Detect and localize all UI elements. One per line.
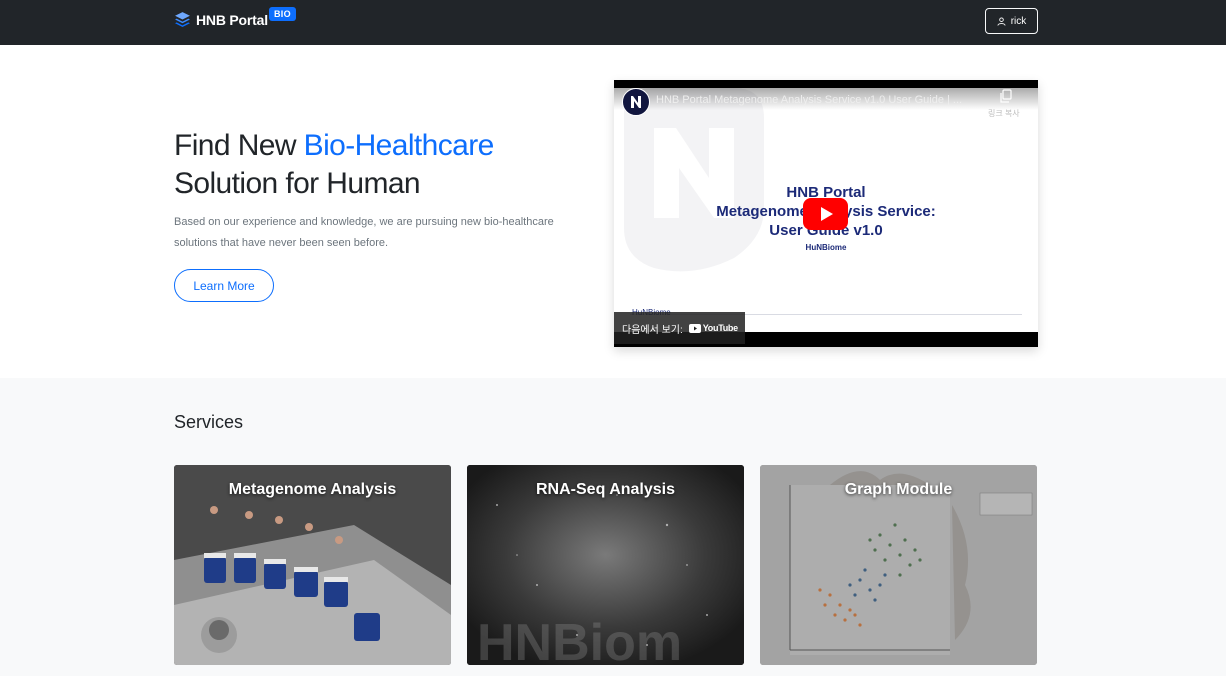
service-card-label: Metagenome Analysis (228, 481, 397, 498)
copy-link-label[interactable]: 링크 복사 (988, 108, 1020, 119)
user-menu-button[interactable]: rick (985, 8, 1038, 34)
service-card-label: Graph Module (844, 481, 953, 498)
service-card-metagenome[interactable]: Metagenome Analysis (174, 465, 451, 665)
user-icon (997, 16, 1006, 26)
hero-title-prefix: Find New (174, 129, 304, 162)
channel-avatar-icon[interactable] (622, 88, 650, 116)
channel-logo-icon (631, 96, 641, 108)
service-card-rnaseq[interactable]: HNBiom RNA-Seq Analysis (467, 465, 744, 665)
slide-subtitle: HuNBiome (805, 243, 847, 252)
top-navbar: HNB Portal BIO rick (0, 0, 1226, 45)
youtube-logo: YouTube (688, 323, 738, 333)
hero-description: Based on our experience and knowledge, w… (174, 216, 554, 249)
youtube-embed[interactable]: HNB Portal Metagenome Analysis Service: … (614, 80, 1038, 347)
brand-name: HNB Portal (196, 11, 268, 28)
service-card-graph[interactable]: Graph Module (760, 465, 1037, 665)
youtube-logo-icon (688, 323, 701, 333)
video-title[interactable]: HNB Portal Metagenome Analysis Service v… (656, 94, 962, 106)
video-thumbnail[interactable]: HNB Portal Metagenome Analysis Service: … (614, 88, 1038, 332)
service-card-label: RNA-Seq Analysis (536, 481, 675, 498)
copy-link-icon[interactable] (999, 89, 1013, 103)
hero-title-accent: Bio-Healthcare (303, 129, 495, 162)
watch-on-youtube-button[interactable]: 다음에서 보기: YouTube (614, 312, 745, 344)
learn-more-button[interactable]: Learn More (174, 269, 274, 302)
layers-logo-icon (175, 12, 190, 27)
hero-title-line2: Solution for Human (174, 167, 421, 200)
hero-title: Find New Bio-Healthcare Solution for Hum… (174, 127, 494, 203)
user-name: rick (1010, 15, 1027, 27)
watch-on-label: 다음에서 보기: (622, 324, 683, 336)
services-title: Services (174, 412, 244, 432)
youtube-wordmark: YouTube (702, 323, 738, 333)
brand-link[interactable]: HNB Portal BIO (174, 7, 296, 28)
bio-badge: BIO (269, 7, 296, 21)
hero-section: Find New Bio-Healthcare Solution for Hum… (0, 45, 1226, 378)
services-section: Services Metagenome Analysis HNBiom RNA-… (0, 378, 1226, 676)
svg-text:HNBiom: HNBiom (477, 614, 682, 665)
youtube-play-icon[interactable] (803, 198, 848, 230)
